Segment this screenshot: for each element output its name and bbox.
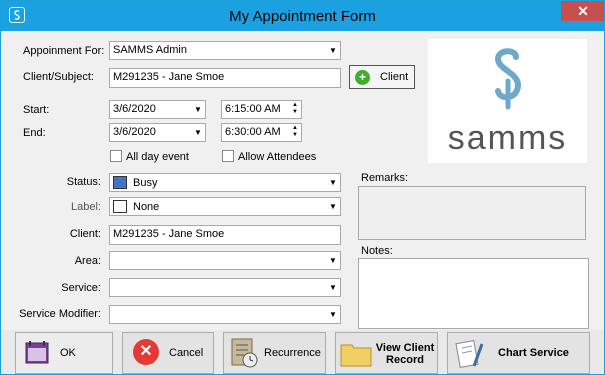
- end-date-value: 3/6/2020: [113, 126, 156, 138]
- window-title: My Appointment Form: [229, 8, 376, 25]
- folder-icon: [340, 341, 372, 367]
- status-value: Busy: [133, 177, 158, 189]
- label-label: Label:: [71, 201, 101, 213]
- status-label: Status:: [66, 176, 101, 188]
- client-button[interactable]: + Client: [349, 65, 415, 89]
- service-label: Service:: [61, 282, 101, 294]
- add-client-icon: +: [355, 70, 370, 85]
- cancel-x-icon: ✕: [133, 339, 159, 365]
- allow-attendees-label: Allow Attendees: [238, 151, 317, 163]
- start-time-spinner[interactable]: 6:15:00 AM ▲ ▼: [221, 100, 302, 119]
- clipboard-pen-icon: [454, 338, 484, 370]
- start-label: Start:: [23, 104, 50, 116]
- button-bar: OK ✕ Cancel Recurrence View Client Record…: [1, 330, 604, 374]
- client-value: M291235 - Jane Smoe: [113, 228, 225, 240]
- title-bar: My Appointment Form ✕: [1, 1, 604, 31]
- appointment-for-value: SAMMS Admin: [113, 44, 187, 56]
- start-date-value: 3/6/2020: [113, 103, 156, 115]
- chevron-down-icon: ▼: [329, 256, 337, 265]
- chevron-down-icon: ▼: [329, 178, 337, 187]
- end-date-picker[interactable]: 3/6/2020 ▼: [109, 123, 206, 142]
- chevron-down-icon: ▼: [329, 283, 337, 292]
- area-select[interactable]: ▼: [109, 251, 341, 270]
- calendar-icon: [24, 339, 50, 365]
- view-client-record-label-line1: View Client: [375, 342, 435, 354]
- label-select[interactable]: None ▼: [109, 197, 341, 216]
- recurrence-icon: [229, 337, 259, 369]
- end-time-value: 6:30:00 AM: [225, 126, 281, 138]
- service-modifier-select[interactable]: ▼: [109, 305, 341, 324]
- client-input[interactable]: M291235 - Jane Smoe: [109, 225, 341, 245]
- view-client-record-label-line2: Record: [386, 354, 424, 366]
- start-time-value: 6:15:00 AM: [225, 103, 281, 115]
- chevron-down-icon: ▼: [329, 310, 337, 319]
- chevron-down-icon: ▼: [194, 105, 202, 114]
- appointment-for-select[interactable]: SAMMS Admin ▼: [109, 41, 341, 60]
- client-subject-value: M291235 - Jane Smoe: [113, 71, 225, 83]
- remarks-label: Remarks:: [361, 172, 409, 184]
- samms-logo-mark: [494, 48, 522, 110]
- area-label: Area:: [74, 255, 101, 267]
- cancel-button-label: Cancel: [169, 347, 204, 359]
- view-client-record-button[interactable]: View Client Record: [335, 332, 438, 374]
- view-client-record-label: View Client Record: [372, 342, 438, 366]
- client-label: Client:: [69, 228, 101, 240]
- chart-service-button-label: Chart Service: [498, 347, 569, 359]
- label-value: None: [133, 201, 160, 213]
- start-date-picker[interactable]: 3/6/2020 ▼: [109, 100, 206, 119]
- status-select[interactable]: Busy ▼: [109, 173, 341, 192]
- chevron-down-icon: ▼: [329, 46, 337, 55]
- all-day-checkbox[interactable]: [110, 150, 122, 162]
- spin-arrows-icon[interactable]: ▲ ▼: [291, 125, 299, 139]
- chevron-down-icon: ▼: [194, 128, 202, 137]
- service-modifier-label: Service Modifier:: [19, 308, 101, 320]
- ok-button-label: OK: [60, 347, 76, 359]
- spin-arrows-icon[interactable]: ▲ ▼: [291, 102, 299, 116]
- appointment-window: My Appointment Form ✕ Appoinment For: SA…: [0, 0, 605, 375]
- ok-button[interactable]: OK: [15, 332, 113, 374]
- service-select[interactable]: ▼: [109, 278, 341, 297]
- samms-logo: samms: [428, 39, 587, 163]
- chevron-down-icon: ▼: [329, 202, 337, 211]
- client-subject-input[interactable]: M291235 - Jane Smoe: [109, 68, 341, 88]
- end-label: End:: [23, 127, 46, 139]
- client-subject-label: Client/Subject:: [23, 71, 94, 83]
- close-button[interactable]: ✕: [561, 1, 604, 21]
- allow-attendees-checkbox[interactable]: [222, 150, 234, 162]
- label-color-swatch: [113, 200, 127, 213]
- status-color-swatch: [113, 176, 127, 189]
- client-button-label: Client: [380, 71, 409, 83]
- chart-service-button[interactable]: Chart Service: [447, 332, 590, 374]
- end-time-spinner[interactable]: 6:30:00 AM ▲ ▼: [221, 123, 302, 142]
- recurrence-button[interactable]: Recurrence: [223, 332, 326, 374]
- appointment-for-label: Appoinment For:: [23, 45, 105, 57]
- notes-label: Notes:: [361, 245, 393, 257]
- remarks-textarea[interactable]: [358, 186, 586, 240]
- samms-logo-text: samms: [447, 119, 568, 157]
- all-day-label: All day event: [126, 151, 189, 163]
- notes-textarea[interactable]: [358, 258, 589, 329]
- recurrence-button-label: Recurrence: [264, 347, 321, 359]
- cancel-button[interactable]: ✕ Cancel: [122, 332, 214, 374]
